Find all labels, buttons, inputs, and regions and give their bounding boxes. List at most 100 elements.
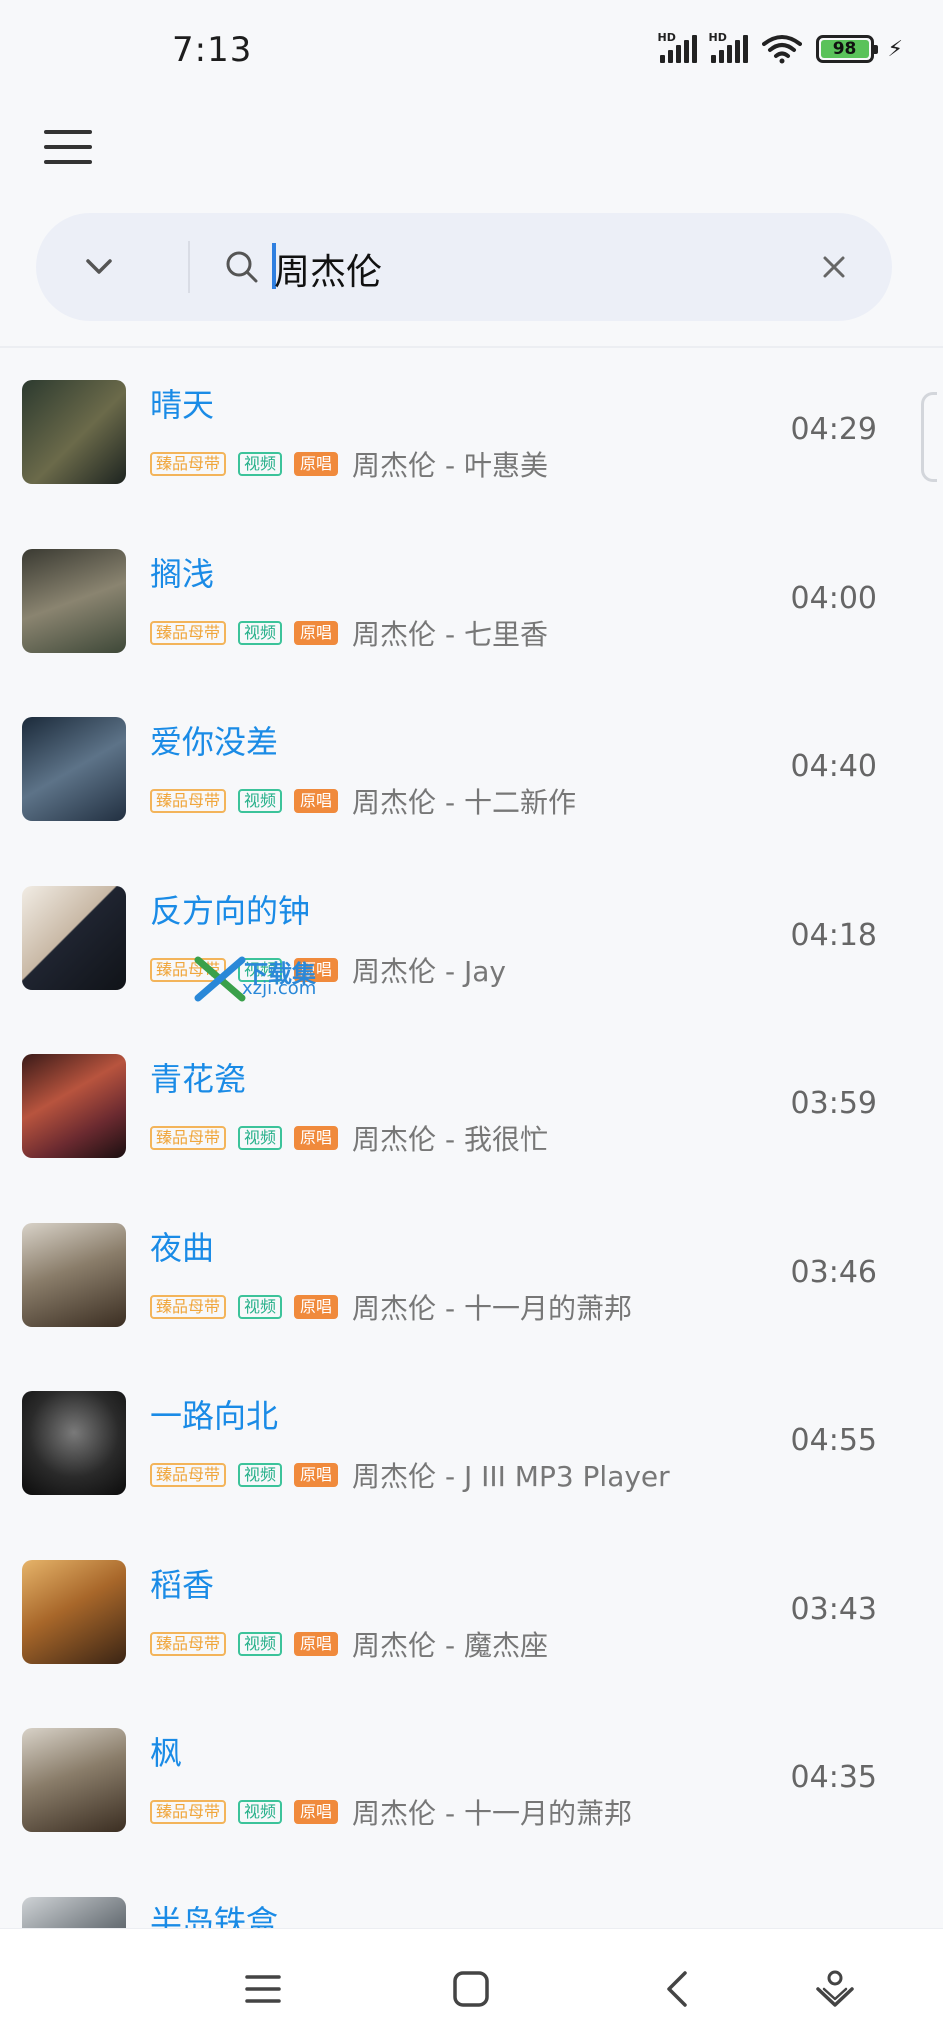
- song-title: 爱你没差: [150, 723, 279, 761]
- artist-album: 周杰伦 - 七里香: [352, 617, 548, 651]
- song-duration: 04:29: [790, 412, 877, 447]
- song-meta: 臻品母带 视频 原唱 周杰伦 - 十二新作: [150, 781, 576, 821]
- search-icon: [226, 251, 258, 283]
- album-cover: [22, 1054, 126, 1158]
- original-tag: 原唱: [294, 1294, 339, 1319]
- song-title: 反方向的钟: [150, 891, 311, 930]
- original-tag: 原唱: [294, 452, 339, 476]
- chevron-down-icon[interactable]: [84, 251, 114, 281]
- video-tag[interactable]: 视频: [238, 789, 283, 813]
- master-tag: 臻品母带: [150, 1294, 227, 1319]
- master-tag: 臻品母带: [150, 1631, 227, 1656]
- artist-album: 周杰伦 - J III MP3 Player: [352, 1460, 670, 1493]
- search-input[interactable]: 周杰伦: [274, 243, 382, 295]
- album-cover: [22, 885, 126, 990]
- song-meta: 臻品母带 视频 原唱 周杰伦 - 我很忙: [150, 1118, 548, 1158]
- master-tag: 臻品母带: [150, 789, 227, 813]
- square-icon[interactable]: [451, 1969, 491, 2009]
- master-tag: 臻品母带: [150, 1126, 227, 1150]
- artist-album: 周杰伦 - 十一月的萧邦: [352, 1291, 632, 1325]
- song-duration: 04:40: [790, 749, 877, 784]
- master-tag: 臻品母带: [150, 620, 227, 645]
- video-tag[interactable]: 视频: [238, 1294, 283, 1319]
- song-duration: 03:46: [790, 1254, 877, 1290]
- signal-icon: HD: [658, 31, 697, 63]
- song-duration: 04:18: [790, 917, 877, 953]
- song-meta: 臻品母带 视频 原唱 周杰伦 - 魔杰座: [150, 1624, 548, 1664]
- search-bar: 周杰伦: [36, 213, 892, 321]
- song-title: 枫: [150, 1734, 183, 1772]
- album-cover: [22, 1559, 126, 1664]
- original-tag: 原唱: [294, 620, 339, 645]
- song-item[interactable]: 枫 臻品母带 视频 原唱 周杰伦 - 十一月的萧邦 04:35: [0, 1720, 943, 1889]
- artist-album: 周杰伦 - 十二新作: [352, 786, 576, 819]
- song-item[interactable]: 爱你没差 臻品母带 视频 原唱 周杰伦 - 十二新作 04:40: [0, 709, 943, 878]
- artist-album: 周杰伦 - Jay: [352, 954, 506, 988]
- assistant-icon[interactable]: [815, 1969, 855, 2009]
- status-time: 7:13: [172, 30, 253, 70]
- charging-icon: ⚡: [887, 36, 903, 62]
- menu-icon[interactable]: [243, 1969, 283, 2009]
- video-tag[interactable]: 视频: [238, 620, 283, 645]
- song-meta: 臻品母带 视频 原唱 周杰伦 - 叶惠美: [150, 444, 548, 484]
- song-duration: 03:43: [790, 1591, 877, 1627]
- song-item[interactable]: 稻香 臻品母带 视频 原唱 周杰伦 - 魔杰座 03:43: [0, 1552, 943, 1721]
- song-meta: 臻品母带 视频 原唱 周杰伦 - J III MP3 Player: [150, 1455, 670, 1495]
- album-cover: [22, 717, 126, 821]
- album-cover: [22, 1391, 126, 1495]
- song-meta: 臻品母带 视频 原唱 周杰伦 - 十一月的萧邦: [150, 1792, 632, 1832]
- divider: [0, 346, 943, 348]
- video-tag[interactable]: 视频: [238, 1126, 283, 1150]
- close-icon[interactable]: [820, 253, 848, 281]
- album-cover: [22, 1222, 126, 1327]
- master-tag: 臻品母带: [150, 1800, 227, 1824]
- song-item[interactable]: 搁浅 臻品母带 视频 原唱 周杰伦 - 七里香 04:00: [0, 541, 943, 710]
- menu-button[interactable]: [44, 130, 92, 164]
- song-meta: 臻品母带 视频 原唱 周杰伦 - 十一月的萧邦: [150, 1287, 632, 1327]
- watermark-url: xzji.com: [242, 978, 317, 999]
- status-icons: HD HD 98 ⚡: [658, 31, 903, 64]
- song-title: 稻香: [150, 1565, 215, 1604]
- album-cover: [22, 1728, 126, 1832]
- song-meta: 臻品母带 视频 原唱 周杰伦 - 七里香: [150, 613, 548, 653]
- original-tag: 原唱: [294, 1631, 339, 1656]
- master-tag: 臻品母带: [150, 452, 227, 476]
- album-cover: [22, 548, 126, 653]
- song-item[interactable]: 夜曲 臻品母带 视频 原唱 周杰伦 - 十一月的萧邦 03:46: [0, 1215, 943, 1384]
- hd-label: HD: [708, 31, 727, 44]
- video-tag[interactable]: 视频: [238, 1800, 283, 1824]
- battery-icon: 98: [815, 35, 878, 63]
- hd-label: HD: [657, 31, 676, 44]
- original-tag: 原唱: [294, 789, 339, 813]
- song-item[interactable]: 反方向的钟 臻品母带 视频 原唱 周杰伦 - Jay 04:18: [0, 878, 943, 1047]
- status-bar: 7:13 HD HD 98 ⚡: [0, 0, 943, 100]
- song-title: 晴天: [150, 386, 215, 424]
- video-tag[interactable]: 视频: [238, 1463, 283, 1487]
- song-title: 搁浅: [150, 554, 215, 593]
- artist-album: 周杰伦 - 叶惠美: [352, 449, 548, 482]
- song-item[interactable]: 青花瓷 臻品母带 视频 原唱 周杰伦 - 我很忙 03:59: [0, 1046, 943, 1215]
- song-title: 青花瓷: [150, 1060, 247, 1098]
- song-item[interactable]: 晴天 臻品母带 视频 原唱 周杰伦 - 叶惠美 04:29: [0, 372, 943, 541]
- song-duration: 03:59: [790, 1086, 877, 1121]
- song-list: 晴天 臻品母带 视频 原唱 周杰伦 - 叶惠美 04:29 搁浅 臻品母带 视频…: [0, 372, 943, 2041]
- song-item[interactable]: 一路向北 臻品母带 视频 原唱 周杰伦 - J III MP3 Player 0…: [0, 1383, 943, 1552]
- signal-icon: HD: [709, 31, 748, 63]
- original-tag: 原唱: [294, 1800, 339, 1824]
- wifi-icon: [761, 35, 802, 64]
- video-tag[interactable]: 视频: [238, 1631, 283, 1656]
- song-duration: 04:00: [790, 580, 877, 616]
- song-duration: 04:35: [790, 1760, 877, 1795]
- back-icon[interactable]: [659, 1969, 699, 2009]
- artist-album: 周杰伦 - 魔杰座: [352, 1628, 548, 1662]
- search-divider: [188, 241, 190, 293]
- battery-level: 98: [832, 39, 857, 59]
- song-title: 一路向北: [150, 1397, 279, 1435]
- video-tag[interactable]: 视频: [238, 452, 283, 476]
- watermark-logo-icon: [194, 956, 246, 1002]
- watermark: 下载集 xzji.com: [192, 956, 342, 1002]
- artist-album: 周杰伦 - 我很忙: [352, 1123, 548, 1156]
- system-nav-bar: [0, 1928, 943, 2041]
- song-duration: 04:55: [790, 1423, 877, 1458]
- album-cover: [22, 380, 126, 484]
